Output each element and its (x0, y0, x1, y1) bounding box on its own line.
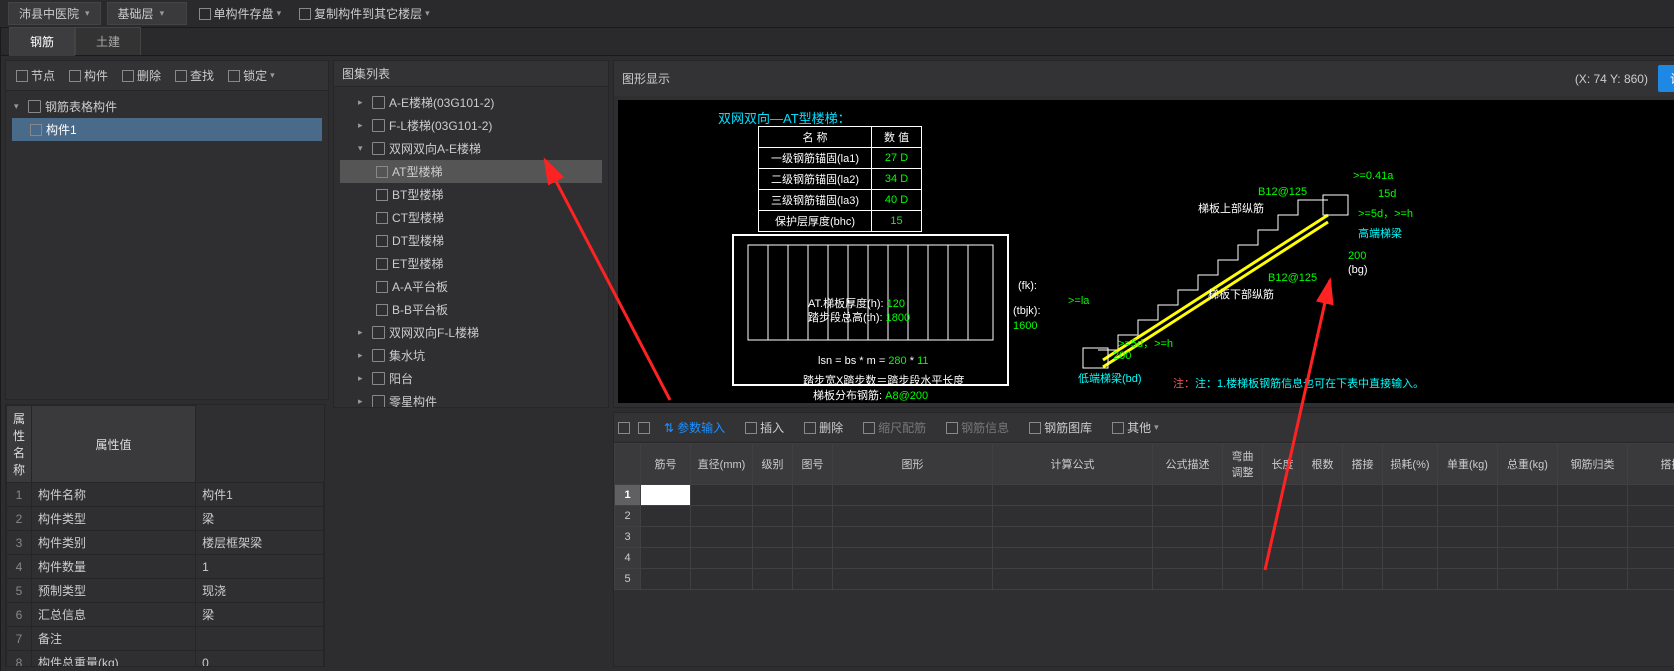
rebar-grid-panel: ⇅参数输入 插入 删除 缩尺配筋 钢筋信息 钢筋图库 其他▾ (613, 412, 1674, 667)
layer-dropdown[interactable]: 基础层 ▾ (107, 2, 187, 25)
cad-param-table: 名 称数 值 一级钢筋锚固(la1)27 D 二级钢筋锚固(la2)34 D 三… (758, 126, 922, 232)
properties-panel: 属性名称属性值 1构件名称构件1 2构件类型梁 3构件类别楼层框架梁 4构件数量… (5, 404, 325, 667)
project-name: 沛县中医院 (19, 5, 79, 22)
insert-button[interactable]: 插入 (739, 417, 790, 438)
lib-icon (1029, 422, 1041, 434)
save-icon (199, 8, 211, 20)
scale-icon (863, 422, 875, 434)
scale-button[interactable]: 缩尺配筋 (857, 417, 932, 438)
rebar-info-button[interactable]: 钢筋信息 (940, 417, 1015, 438)
component-icon (69, 70, 81, 82)
copy-floors-label: 复制构件到其它楼层 (314, 5, 422, 22)
chevron-down-icon: ▾ (425, 8, 430, 19)
viewer-panel: 图形显示 (X: 74 Y: 860) 计算保存 双网双向—AT型楼梯： 名 称… (613, 60, 1674, 408)
chevron-down-icon: ▾ (1154, 422, 1159, 433)
chevron-down-icon: ▾ (85, 8, 90, 19)
delete-row-button[interactable]: 删除 (798, 417, 849, 438)
gallery-leaf[interactable]: ET型楼梯 (340, 252, 602, 275)
node-button[interactable]: 节点 (10, 65, 61, 86)
gallery-panel: 图集列表 ▸A-E楼梯(03G101-2)▸F-L楼梯(03G101-2)▾双网… (333, 60, 609, 408)
item-icon (30, 124, 42, 136)
project-dropdown[interactable]: 沛县中医院 ▾ (8, 2, 101, 25)
gallery-folder[interactable]: ▸零星构件 (340, 390, 602, 407)
node-icon (16, 70, 28, 82)
prop-header-value: 属性值 (32, 406, 196, 483)
chevron-down-icon: ▾ (270, 70, 275, 81)
gallery-folder[interactable]: ▾双网双向A-E楼梯 (340, 137, 602, 160)
collapse-icon: ▾ (14, 101, 24, 112)
gallery-folder[interactable]: ▸阳台 (340, 367, 602, 390)
cad-stair-drawing (1068, 160, 1388, 370)
gallery-folder[interactable]: ▸F-L楼梯(03G101-2) (340, 114, 602, 137)
top-bar: 沛县中医院 ▾ 基础层 ▾ 单构件存盘 ▾ 复制构件到其它楼层 ▾ (0, 0, 1674, 28)
other-icon (1112, 422, 1124, 434)
rebar-lib-button[interactable]: 钢筋图库 (1023, 417, 1098, 438)
other-button[interactable]: 其他▾ (1106, 417, 1165, 438)
gallery-folder[interactable]: ▸双网双向F-L楼梯 (340, 321, 602, 344)
delete-icon (804, 422, 816, 434)
coord-display: (X: 74 Y: 860) (1575, 72, 1648, 86)
chevron-down-icon: ▾ (160, 8, 165, 19)
param-icon: ⇅ (664, 421, 674, 435)
info-icon (946, 422, 958, 434)
copy-icon (299, 8, 311, 20)
save-single-label: 单构件存盘 (214, 5, 274, 22)
compute-save-button[interactable]: 计算保存 (1658, 65, 1674, 92)
component-tree-panel: 节点 构件 删除 查找 锁定▾ ▾钢筋表格构件 构件1 (5, 60, 329, 400)
save-single-button[interactable]: 单构件存盘 ▾ (193, 3, 288, 24)
gallery-leaf[interactable]: CT型楼梯 (340, 206, 602, 229)
lock-button[interactable]: 锁定▾ (222, 65, 281, 86)
cad-viewer[interactable]: 双网双向—AT型楼梯： 名 称数 值 一级钢筋锚固(la1)27 D 二级钢筋锚… (618, 100, 1674, 403)
delete-icon (122, 70, 134, 82)
arrow-down-icon[interactable] (638, 422, 650, 434)
param-input-button[interactable]: ⇅参数输入 (658, 417, 731, 438)
cad-heading: 双网双向—AT型楼梯： (718, 108, 851, 127)
gallery-leaf[interactable]: A-A平台板 (340, 275, 602, 298)
gallery-leaf[interactable]: BT型楼梯 (340, 183, 602, 206)
lock-icon (228, 70, 240, 82)
chevron-down-icon: ▾ (277, 8, 282, 19)
tree-root[interactable]: ▾钢筋表格构件 (12, 95, 322, 118)
insert-icon (745, 422, 757, 434)
tree-item-selected[interactable]: 构件1 (12, 118, 322, 141)
gallery-leaf[interactable]: DT型楼梯 (340, 229, 602, 252)
tab-rebar[interactable]: 钢筋 (9, 27, 75, 56)
gallery-leaf[interactable]: AT型楼梯 (340, 160, 602, 183)
gallery-leaf[interactable]: B-B平台板 (340, 298, 602, 321)
layer-name: 基础层 (118, 5, 154, 22)
tab-civil[interactable]: 土建 (75, 27, 141, 55)
arrow-up-icon[interactable] (618, 422, 630, 434)
main-tabs: 钢筋 土建 (1, 28, 1674, 56)
rebar-grid[interactable]: 筋号直径(mm)级别图号 图形计算公式公式描述弯曲调整 长度根数搭接损耗(%) … (614, 443, 1674, 590)
search-icon (175, 70, 187, 82)
folder-icon (28, 100, 41, 113)
gallery-title: 图集列表 (334, 61, 608, 87)
gallery-folder[interactable]: ▸集水坑 (340, 344, 602, 367)
viewer-title: 图形显示 (622, 70, 670, 87)
delete-button[interactable]: 删除 (116, 65, 167, 86)
prop-header-name: 属性名称 (7, 406, 32, 483)
copy-floors-button[interactable]: 复制构件到其它楼层 ▾ (293, 3, 436, 24)
find-button[interactable]: 查找 (169, 65, 220, 86)
component-button[interactable]: 构件 (63, 65, 114, 86)
gallery-folder[interactable]: ▸A-E楼梯(03G101-2) (340, 91, 602, 114)
